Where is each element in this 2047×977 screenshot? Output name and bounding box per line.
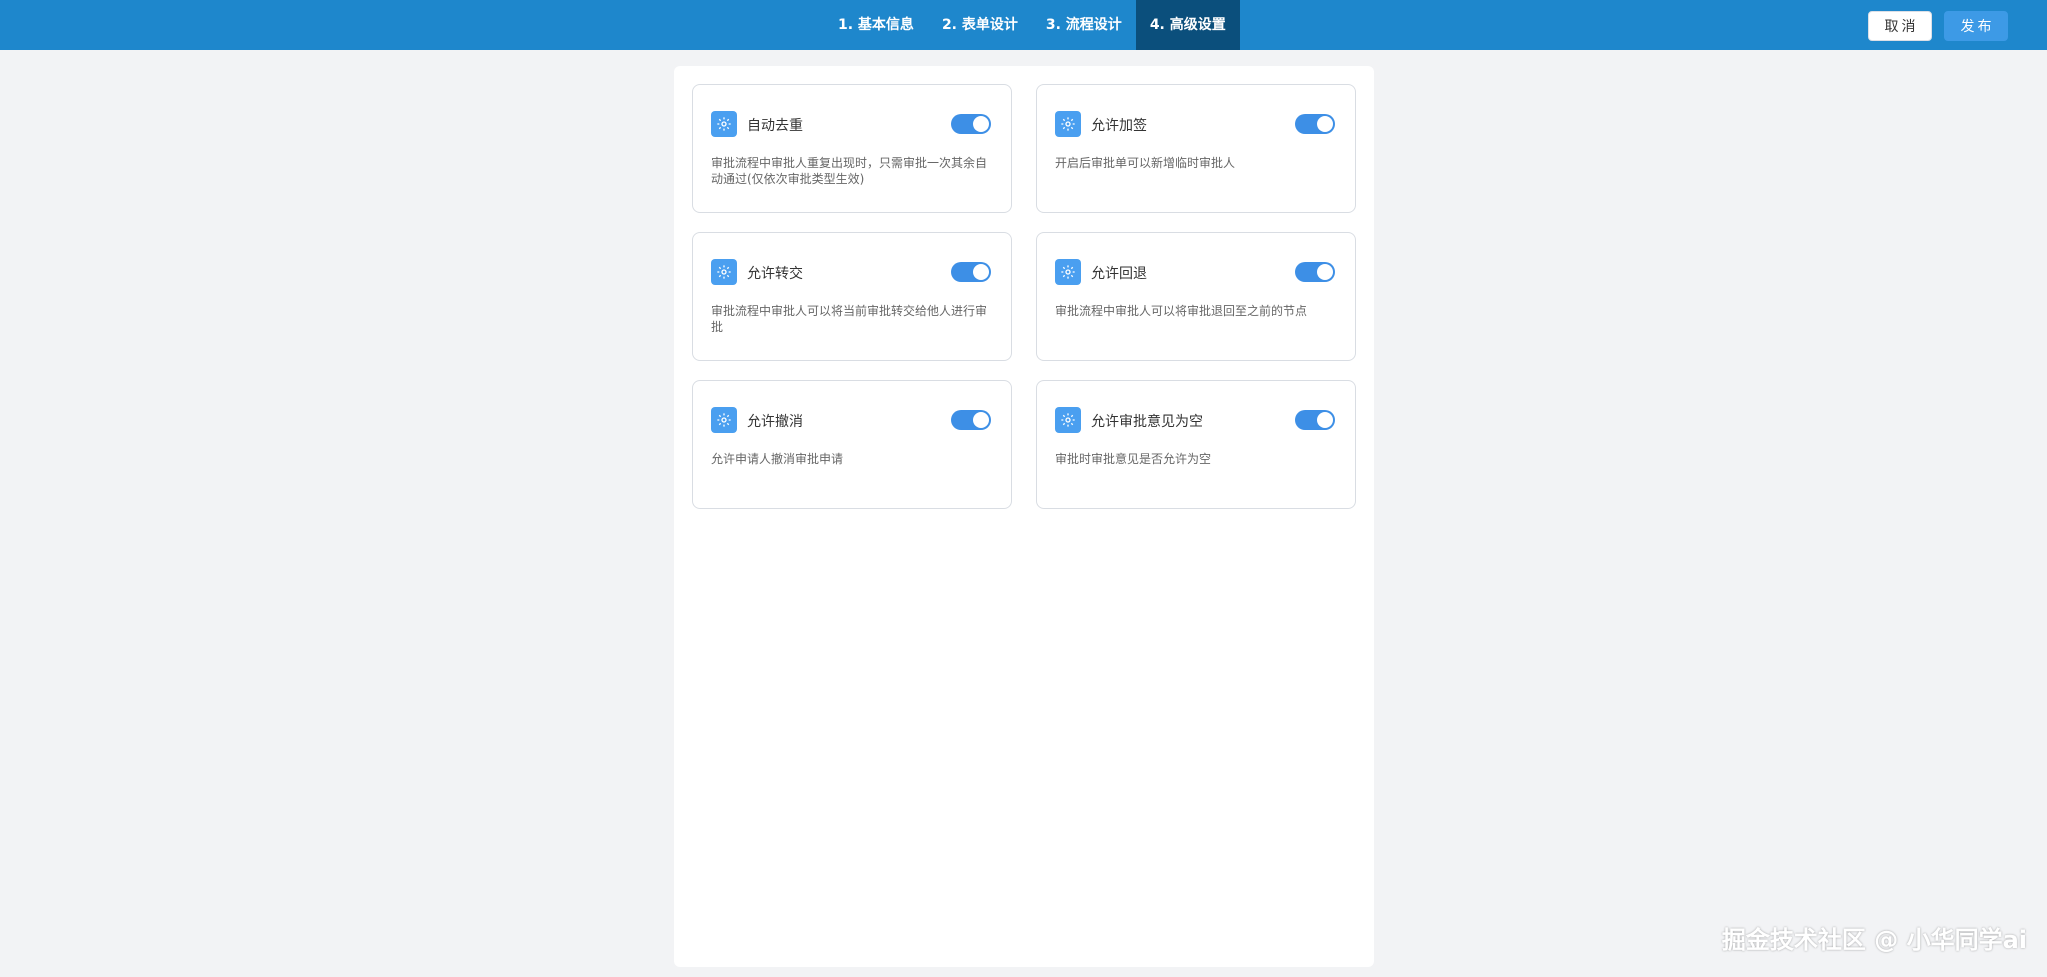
setting-description: 允许申请人撤消审批申请 [711, 452, 844, 466]
gear-icon [711, 259, 737, 285]
settings-grid: 自动去重 审批流程中审批人重复出现时，只需审批一次其余自动通过(仅依次审批类型生… [692, 84, 1358, 509]
allow-rollback-toggle[interactable] [1295, 262, 1335, 282]
setting-description: 审批流程中审批人可以将审批退回至之前的节点 [1055, 304, 1308, 318]
gear-icon [711, 111, 737, 137]
setting-title: 允许撤消 [747, 414, 803, 430]
setting-description: 审批流程中审批人可以将当前审批转交给他人进行审批 [711, 304, 988, 334]
auto-dedup-toggle[interactable] [951, 114, 991, 134]
cancel-button[interactable]: 取消 [1868, 11, 1932, 41]
allow-empty-opinion-toggle[interactable] [1295, 410, 1335, 430]
setting-card-allow-rollback: 允许回退 审批流程中审批人可以将审批退回至之前的节点 [1036, 232, 1356, 361]
setting-description: 审批流程中审批人重复出现时，只需审批一次其余自动通过(仅依次审批类型生效) [711, 156, 988, 186]
toggle-knob [973, 412, 989, 428]
settings-panel: 自动去重 审批流程中审批人重复出现时，只需审批一次其余自动通过(仅依次审批类型生… [674, 66, 1374, 967]
allow-transfer-toggle[interactable] [951, 262, 991, 282]
setting-title: 自动去重 [747, 118, 803, 134]
gear-icon [711, 407, 737, 433]
toggle-knob [1317, 412, 1333, 428]
setting-card-allow-empty-opinion: 允许审批意见为空 审批时审批意见是否允许为空 [1036, 380, 1356, 509]
watermark: 掘金技术社区 @ 小华同学ai [1721, 926, 2027, 954]
toggle-knob [973, 264, 989, 280]
setting-title: 允许加签 [1091, 118, 1147, 134]
top-nav-bar: 1. 基本信息 2. 表单设计 3. 流程设计 4. 高级设置 取消 发布 [0, 0, 2047, 50]
step-tabs: 1. 基本信息 2. 表单设计 3. 流程设计 4. 高级设置 [824, 0, 1240, 50]
setting-card-allow-transfer: 允许转交 审批流程中审批人可以将当前审批转交给他人进行审批 [692, 232, 1012, 361]
setting-card-allow-revoke: 允许撤消 允许申请人撤消审批申请 [692, 380, 1012, 509]
toggle-knob [1317, 116, 1333, 132]
tab-advanced-settings[interactable]: 4. 高级设置 [1135, 0, 1240, 50]
toggle-knob [1317, 264, 1333, 280]
allow-add-signer-toggle[interactable] [1295, 114, 1335, 134]
gear-icon [1055, 111, 1081, 137]
setting-title: 允许回退 [1091, 266, 1147, 282]
setting-description: 开启后审批单可以新增临时审批人 [1055, 156, 1236, 170]
setting-description: 审批时审批意见是否允许为空 [1055, 452, 1212, 466]
setting-title: 允许审批意见为空 [1091, 414, 1203, 430]
setting-card-allow-add-signer: 允许加签 开启后审批单可以新增临时审批人 [1036, 84, 1356, 213]
tab-basic-info[interactable]: 1. 基本信息 [824, 0, 928, 50]
allow-revoke-toggle[interactable] [951, 410, 991, 430]
tab-form-design[interactable]: 2. 表单设计 [928, 0, 1032, 50]
toggle-knob [973, 116, 989, 132]
gear-icon [1055, 407, 1081, 433]
gear-icon [1055, 259, 1081, 285]
tab-process-design[interactable]: 3. 流程设计 [1032, 0, 1136, 50]
setting-title: 允许转交 [747, 266, 803, 282]
publish-button[interactable]: 发布 [1944, 11, 2008, 41]
setting-card-auto-dedup: 自动去重 审批流程中审批人重复出现时，只需审批一次其余自动通过(仅依次审批类型生… [692, 84, 1012, 213]
